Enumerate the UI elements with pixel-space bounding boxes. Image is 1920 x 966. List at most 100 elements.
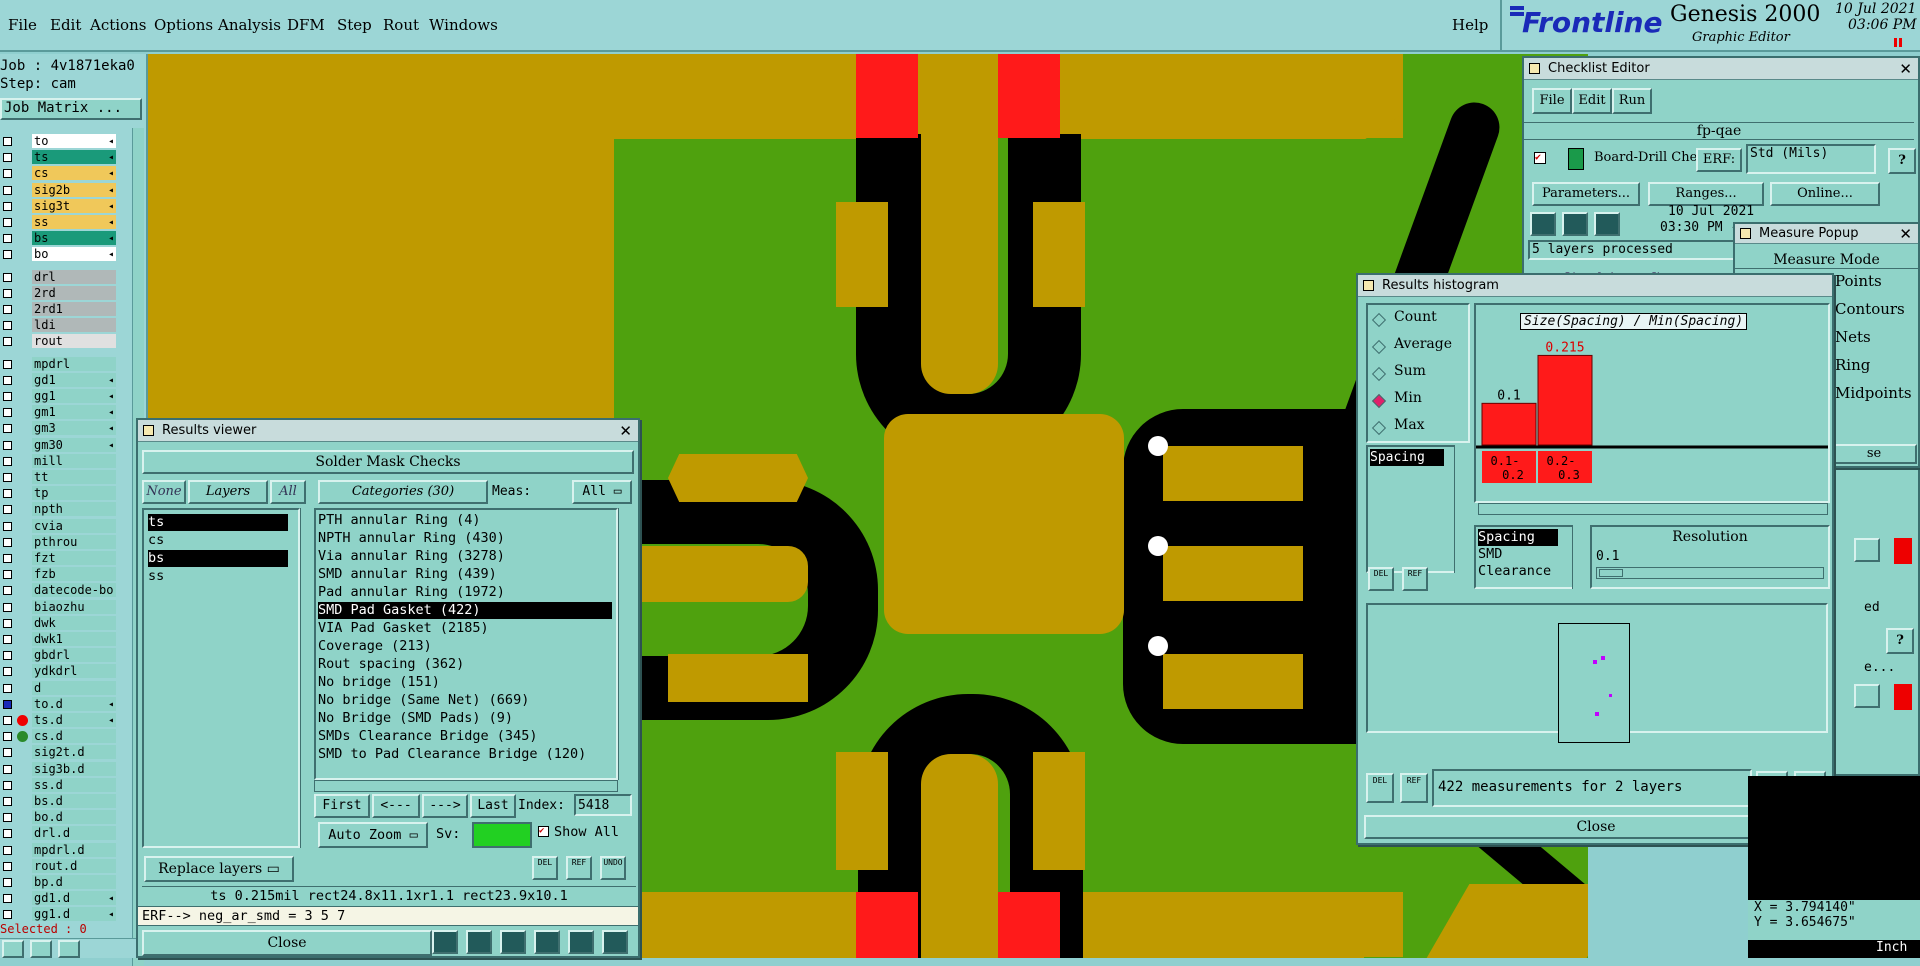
mode-radio-icon[interactable] — [1371, 366, 1387, 382]
category-item[interactable]: SMDs Clearance Bridge (345) — [318, 728, 537, 745]
layer-checkbox[interactable] — [3, 748, 12, 758]
layer-checkbox[interactable] — [3, 602, 12, 612]
layer-row[interactable]: bs.d — [0, 794, 118, 809]
sv-select[interactable] — [472, 822, 532, 848]
layer-row[interactable]: mill — [0, 453, 118, 469]
layer-name[interactable]: tt — [32, 470, 116, 484]
layer-name[interactable]: cvia — [32, 518, 116, 533]
mode-label[interactable]: Count — [1394, 309, 1437, 325]
measurement-item-clearance[interactable]: Clearance — [1478, 563, 1551, 580]
menu-options[interactable]: Options — [154, 16, 213, 34]
layer-checkbox[interactable] — [3, 359, 12, 369]
layer-name[interactable]: bp.d — [32, 875, 116, 889]
layer-row[interactable]: sig2b ◂ — [0, 182, 118, 198]
layer-context-arrow-icon[interactable]: ◂ — [108, 215, 114, 230]
layer-name[interactable]: biaozhu — [32, 599, 116, 614]
layer-row[interactable]: 2rd — [0, 285, 118, 301]
layer-context-arrow-icon[interactable]: ◂ — [108, 199, 114, 214]
category-item[interactable]: Coverage (213) — [318, 638, 432, 655]
layer-checkbox[interactable] — [3, 537, 12, 547]
run-icon[interactable] — [1530, 212, 1556, 236]
checklist-menu-edit[interactable]: Edit — [1572, 88, 1612, 114]
layer-checkbox[interactable] — [3, 137, 12, 146]
layer-row[interactable]: cs ◂ — [0, 166, 118, 181]
layer-row[interactable]: ts ◂ — [0, 150, 118, 165]
layer-row[interactable]: ss.d — [0, 777, 118, 793]
layer-checkbox[interactable] — [3, 321, 12, 331]
layer-name[interactable]: to — [32, 134, 116, 148]
layer-checkbox[interactable] — [3, 894, 12, 904]
layer-checkbox[interactable] — [3, 288, 12, 298]
measurement-type-item[interactable]: Spacing — [1370, 449, 1444, 466]
layer-row[interactable]: drl.d — [0, 826, 118, 841]
menu-rout[interactable]: Rout — [383, 16, 419, 34]
layer-checkbox[interactable] — [3, 337, 12, 347]
measurement-item-smd[interactable]: SMD — [1478, 546, 1502, 563]
checklist-menu-run[interactable]: Run — [1612, 88, 1652, 114]
layers-all-button[interactable]: All — [270, 480, 306, 504]
layer-checkbox[interactable] — [3, 797, 12, 806]
layer-name[interactable]: gg1.d — [32, 907, 116, 922]
layer-name[interactable]: gbdrl — [32, 648, 116, 663]
layer-context-arrow-icon[interactable]: ◂ — [108, 891, 114, 906]
layer-row[interactable]: bs ◂ — [0, 231, 118, 246]
layer-row[interactable]: sig3b.d — [0, 761, 118, 777]
layer-checkbox[interactable] — [3, 489, 12, 499]
layer-name[interactable]: gm1 — [32, 405, 116, 420]
layer-checkbox[interactable] — [3, 667, 12, 677]
auto-zoom-select[interactable]: Auto Zoom ▭ — [318, 822, 428, 848]
ref-button[interactable]: REF — [566, 856, 592, 880]
report-icon[interactable] — [568, 930, 594, 954]
layer-name[interactable]: mpdrl — [32, 356, 116, 371]
results-viewer-close-button[interactable]: Close — [142, 930, 432, 956]
menu-analysis[interactable]: Analysis — [218, 16, 281, 34]
help-button[interactable]: ? — [1886, 628, 1914, 654]
layer-row[interactable]: sig3t ◂ — [0, 198, 118, 214]
layer-row[interactable]: drl — [0, 269, 118, 285]
mode-label[interactable]: Average — [1394, 336, 1452, 352]
layer-context-arrow-icon[interactable]: ◂ — [108, 166, 114, 181]
layer-checkbox[interactable] — [3, 305, 12, 314]
layer-row[interactable]: gg1 ◂ — [0, 389, 118, 404]
layers-tab[interactable]: Layers — [188, 480, 268, 504]
layer-row[interactable]: cvia — [0, 518, 118, 534]
layer-name[interactable]: drl.d — [32, 826, 116, 841]
layer-checkbox[interactable] — [3, 169, 12, 179]
layer-row[interactable]: cs.d — [0, 729, 118, 744]
layer-name[interactable]: rout — [32, 334, 116, 349]
layer-name[interactable]: bo — [32, 247, 116, 262]
category-item[interactable]: No bridge (Same Net) (669) — [318, 692, 529, 709]
erf-value-field[interactable]: Std (Mils) — [1746, 144, 1876, 174]
layer-row[interactable]: datecode-bo — [0, 583, 118, 598]
measurement-list-scrollbar[interactable] — [1572, 525, 1584, 589]
online-button[interactable]: Online... — [1770, 182, 1880, 206]
undo-button[interactable]: UNDO — [600, 856, 626, 880]
layer-checkbox[interactable] — [3, 618, 12, 628]
measure-popup-title-bar[interactable]: Measure Popup ✕ — [1735, 224, 1918, 244]
layer-context-arrow-icon[interactable]: ◂ — [108, 134, 114, 149]
menu-dfm[interactable]: DFM — [287, 16, 325, 34]
layer-row[interactable]: mpdrl.d — [0, 842, 118, 858]
layer-row[interactable]: bo.d — [0, 810, 118, 825]
layer-checkbox[interactable] — [3, 440, 12, 450]
layer-row[interactable]: bo ◂ — [0, 247, 118, 262]
layer-context-arrow-icon[interactable]: ◂ — [108, 405, 114, 420]
measurement-type-scrollbar[interactable] — [1454, 445, 1466, 573]
tool-select-icon[interactable] — [2, 940, 24, 958]
help-button[interactable]: ? — [1888, 148, 1916, 174]
layer-row[interactable]: dwk — [0, 615, 118, 631]
meas-select[interactable]: All ▭ — [572, 480, 632, 504]
layer-row[interactable]: tt — [0, 470, 118, 485]
layer-context-arrow-icon[interactable]: ◂ — [108, 907, 114, 922]
ranges-button[interactable]: Ranges... — [1648, 182, 1764, 206]
layer-checkbox[interactable] — [3, 201, 12, 211]
category-item[interactable]: Via annular Ring (3278) — [318, 548, 505, 565]
tool-check-icon[interactable] — [30, 940, 52, 958]
result-layer-item[interactable]: cs — [148, 532, 288, 549]
layer-row[interactable]: gm3 ◂ — [0, 421, 118, 436]
layer-context-arrow-icon[interactable]: ◂ — [108, 373, 114, 388]
last-button[interactable]: Last — [470, 794, 516, 818]
layer-name[interactable]: datecode-bo — [32, 583, 116, 598]
layer-checkbox[interactable] — [3, 272, 12, 282]
layer-row[interactable]: gbdrl — [0, 648, 118, 663]
